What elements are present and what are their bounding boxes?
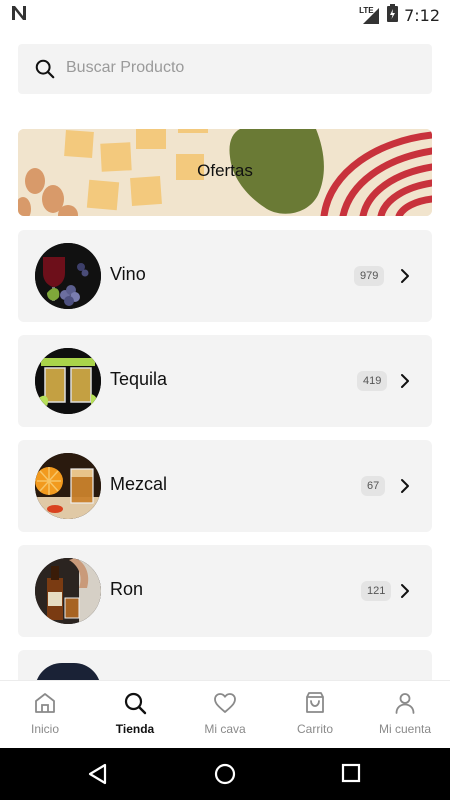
nav-tienda[interactable]: Tienda <box>90 681 180 749</box>
bottom-nav: Inicio Tienda Mi cava Carrito Mi cuenta <box>0 680 450 748</box>
banner-title: Ofertas <box>197 161 253 180</box>
offers-banner[interactable]: Ofertas <box>18 129 432 216</box>
count-badge: 979 <box>354 266 385 286</box>
search-bar[interactable]: Buscar Producto <box>18 44 432 94</box>
heart-icon <box>214 693 236 713</box>
back-icon[interactable] <box>87 763 109 785</box>
bag-icon <box>306 692 324 713</box>
signal-icon: LTE <box>359 6 381 25</box>
category-card-mezcal[interactable]: Mezcal 67 <box>18 440 432 532</box>
count-badge: 121 <box>361 581 392 601</box>
chevron-right-icon <box>401 479 409 493</box>
nav-mi-cava[interactable]: Mi cava <box>180 681 270 749</box>
chevron-right-icon <box>401 374 409 388</box>
nav-label: Carrito <box>296 722 333 736</box>
category-label: Tequila <box>110 369 168 389</box>
nav-carrito[interactable]: Carrito <box>270 681 360 749</box>
search-input[interactable]: Buscar Producto <box>66 59 184 77</box>
count-badge: 419 <box>357 371 388 391</box>
user-icon <box>395 693 415 714</box>
chevron-right-icon <box>401 269 409 283</box>
tequila-thumbnail <box>35 348 101 414</box>
category-label: Vino <box>110 264 146 284</box>
nav-label: Inicio <box>30 722 59 736</box>
nav-inicio[interactable]: Inicio <box>0 681 90 749</box>
category-card-ron[interactable]: Ron 121 <box>18 545 432 637</box>
system-nav-bar <box>0 748 450 800</box>
app-screen: LTE 7:12 Buscar Producto Ofertas Vino 97… <box>0 0 450 800</box>
nav-label: Tienda <box>115 722 155 736</box>
notification-n-icon <box>10 5 28 26</box>
nav-mi-cuenta[interactable]: Mi cuenta <box>360 681 450 749</box>
status-bar: LTE 7:12 <box>0 0 450 28</box>
category-label: Ron <box>110 579 144 599</box>
home-button-icon[interactable] <box>214 763 236 785</box>
search-icon <box>124 692 147 715</box>
category-card-tequila[interactable]: Tequila 419 <box>18 335 432 427</box>
category-card-vino[interactable]: Vino 979 <box>18 230 432 322</box>
nav-label: Mi cuenta <box>378 722 432 736</box>
battery-icon <box>387 4 399 27</box>
count-badge: 67 <box>361 476 386 496</box>
clock: 7:12 <box>404 6 440 25</box>
recents-icon[interactable] <box>341 763 361 783</box>
mezcal-thumbnail <box>35 453 101 519</box>
category-label: Mezcal <box>110 474 168 494</box>
chevron-right-icon <box>401 584 409 598</box>
home-icon <box>35 693 55 713</box>
vino-thumbnail <box>35 243 101 309</box>
nav-label: Mi cava <box>204 722 246 736</box>
ron-thumbnail <box>35 558 101 624</box>
search-icon <box>35 59 55 79</box>
